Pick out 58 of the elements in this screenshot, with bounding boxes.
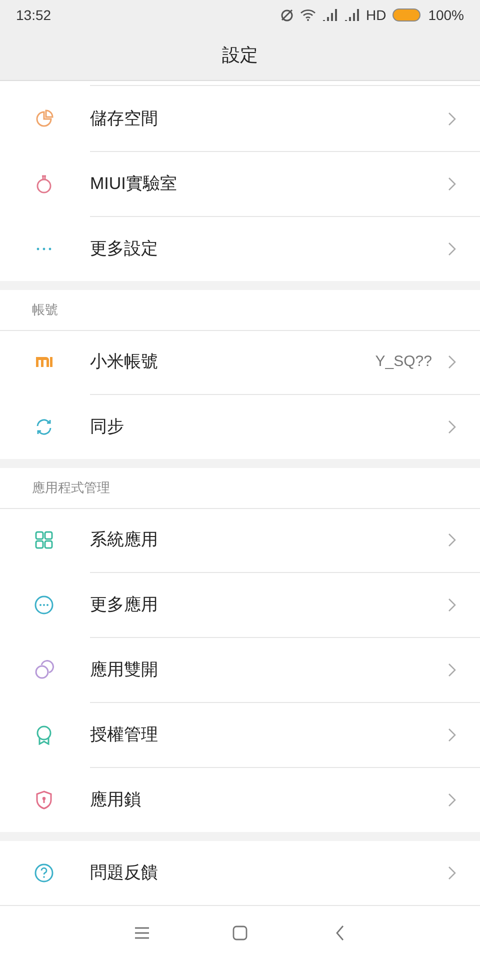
home-icon[interactable] <box>232 924 248 941</box>
chevron-right-icon <box>448 792 456 807</box>
ribbon-badge-icon <box>34 724 54 745</box>
row-label: MIUI實驗室 <box>90 173 177 196</box>
row-label: 儲存空間 <box>90 108 158 130</box>
settings-row[interactable]: 更多設定 <box>0 216 480 281</box>
battery-icon <box>392 8 422 22</box>
settings-row[interactable]: 應用鎖 <box>0 768 480 832</box>
more-icon <box>36 246 52 251</box>
chevron-right-icon <box>448 112 456 126</box>
row-label: 更多設定 <box>90 238 158 260</box>
chevron-right-icon <box>448 598 456 612</box>
network-type: HD <box>366 6 386 25</box>
chevron-right-icon <box>448 662 456 677</box>
settings-row[interactable]: 儲存空間 <box>0 86 480 151</box>
settings-row[interactable]: 授權管理 <box>0 702 480 767</box>
row-label: 系統應用 <box>90 529 158 552</box>
battery-percent: 100% <box>428 6 464 25</box>
settings-row[interactable]: 同步 <box>0 394 480 459</box>
settings-row[interactable]: 小米帳號 Y_SQ?? <box>0 330 480 394</box>
more-circle-icon <box>34 594 54 615</box>
chevron-right-icon <box>448 866 456 880</box>
row-label: 應用鎖 <box>90 789 141 812</box>
settings-row[interactable]: 系統應用 <box>0 508 480 572</box>
alarm-off-icon <box>280 8 294 22</box>
flask-icon <box>34 174 54 194</box>
settings-row[interactable]: 更多應用 <box>0 572 480 637</box>
settings-row[interactable]: 問題反饋 <box>0 840 480 905</box>
section-header: 應用程式管理 <box>32 479 110 498</box>
row-value: Y_SQ?? <box>375 352 432 372</box>
settings-row[interactable]: 應用雙開 <box>0 638 480 702</box>
chevron-right-icon <box>448 728 456 742</box>
row-label: 授權管理 <box>90 724 158 746</box>
section-header: 帳號 <box>32 301 58 320</box>
chevron-right-icon <box>448 420 456 434</box>
settings-row[interactable]: MIUI實驗室 <box>0 152 480 216</box>
chevron-right-icon <box>448 354 456 369</box>
menu-icon[interactable] <box>134 926 150 940</box>
wifi-icon <box>300 9 316 22</box>
shield-lock-icon <box>34 790 54 810</box>
signal-icon <box>344 9 360 22</box>
grid-icon <box>34 530 54 550</box>
back-icon[interactable] <box>335 924 345 941</box>
chevron-right-icon <box>448 532 456 547</box>
pie-chart-icon <box>34 108 54 129</box>
row-label: 同步 <box>90 416 124 438</box>
sync-icon <box>34 416 54 437</box>
page-title: 設定 <box>222 44 258 67</box>
two-circles-icon <box>34 660 54 680</box>
status-time: 13:52 <box>16 6 52 25</box>
row-label: 問題反饋 <box>90 862 158 884</box>
row-label: 更多應用 <box>90 594 158 616</box>
chevron-right-icon <box>448 176 456 191</box>
chevron-right-icon <box>448 242 456 256</box>
row-label: 小米帳號 <box>90 351 158 374</box>
help-icon <box>34 862 54 883</box>
signal-icon <box>322 9 338 22</box>
row-label: 應用雙開 <box>90 659 158 682</box>
